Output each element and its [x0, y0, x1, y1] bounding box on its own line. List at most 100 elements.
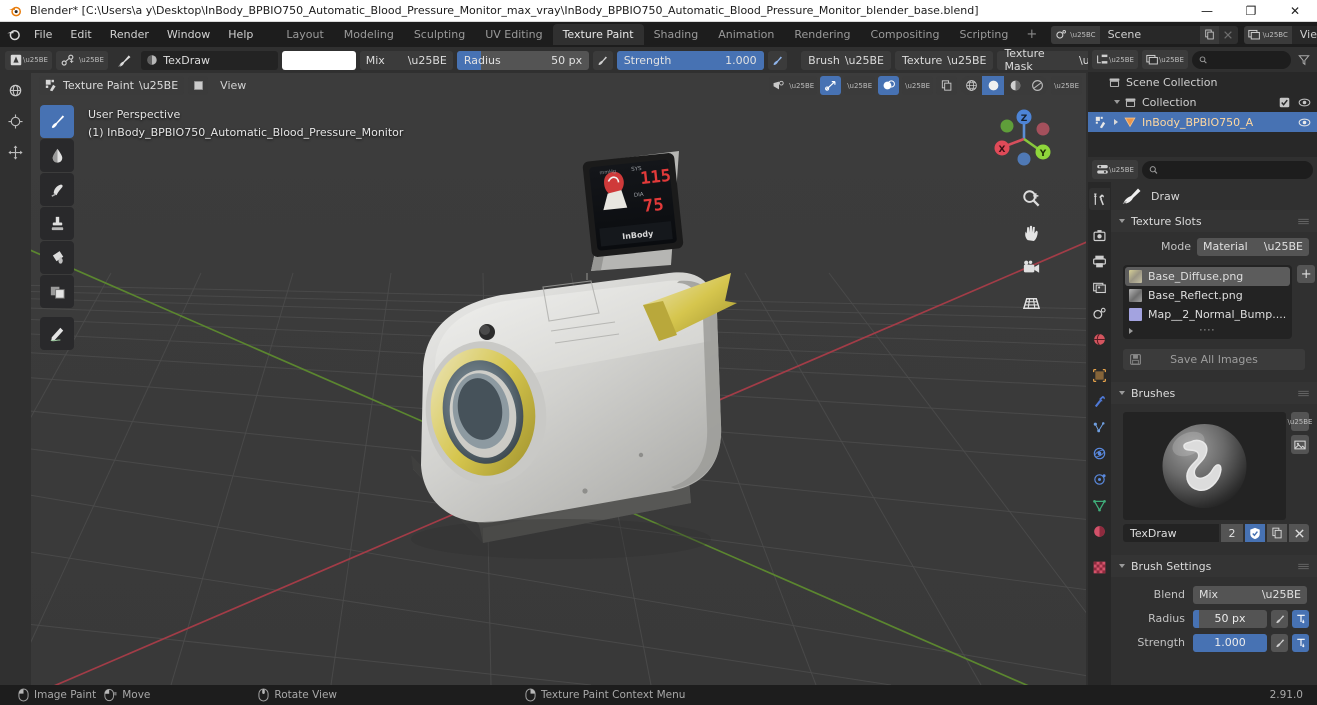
viewport-canvas[interactable]: 115 75 SYS DIA mmHg InBody	[31, 73, 1086, 685]
tab-scripting[interactable]: Scripting	[949, 24, 1018, 45]
radius-slider[interactable]: Radius 50 px	[456, 50, 590, 70]
properties-tab-texture[interactable]	[1089, 556, 1110, 578]
save-all-images-button[interactable]: Save All Images	[1123, 349, 1305, 370]
properties-tab-render[interactable]	[1089, 224, 1110, 246]
solid-shading-button[interactable]	[982, 76, 1005, 95]
menu-edit[interactable]: Edit	[61, 25, 100, 44]
camera-icon[interactable]	[1018, 255, 1044, 281]
outliner-row-scene-collection[interactable]: Scene Collection	[1088, 72, 1317, 92]
new-brush-button[interactable]	[1291, 435, 1309, 454]
zoom-icon[interactable]	[1018, 185, 1044, 211]
outliner-search-field[interactable]	[1212, 54, 1284, 65]
outliner-row-object[interactable]: InBody_BPBIO750_A	[1088, 112, 1317, 132]
navigation-gizmo[interactable]: Z X Y	[990, 105, 1058, 173]
tab-sculpting[interactable]: Sculpting	[404, 24, 475, 45]
properties-editor-type-button[interactable]: \u25BE	[1092, 160, 1138, 179]
brush-color-swatch[interactable]	[282, 50, 356, 70]
object-display-button[interactable]	[188, 76, 209, 95]
move-tool-icon[interactable]	[0, 137, 31, 168]
maximize-button[interactable]: ❐	[1229, 0, 1273, 22]
new-scene-button[interactable]	[1199, 25, 1219, 44]
material-preview-button[interactable]	[1004, 76, 1026, 95]
tool-soften[interactable]	[40, 139, 74, 172]
blend-mode-dropdown[interactable]: Mix \u25BE	[359, 50, 453, 70]
brush-datablock-field[interactable]: TexDraw	[141, 50, 279, 70]
brush-blend-dropdown[interactable]: Mix \u25BE	[1193, 585, 1307, 604]
radius-pressure-toggle[interactable]	[1271, 609, 1288, 628]
tool-smear[interactable]	[40, 173, 74, 206]
tab-uv-editing[interactable]: UV Editing	[475, 24, 552, 45]
delete-brush-button[interactable]	[1289, 524, 1309, 542]
brush-popover[interactable]: Brush \u25BE	[801, 50, 891, 70]
list-resize-grip-icon[interactable]	[1199, 328, 1217, 333]
properties-tab-object[interactable]	[1089, 364, 1110, 386]
properties-tab-particles[interactable]	[1089, 416, 1110, 438]
checkbox-icon[interactable]	[1279, 97, 1290, 108]
outliner-row-collection[interactable]: Collection	[1088, 92, 1317, 112]
xray-toggle[interactable]	[936, 76, 958, 95]
tool-draw[interactable]	[40, 105, 74, 138]
properties-tab-material[interactable]	[1089, 520, 1110, 542]
brush-strength-slider[interactable]: 1.000	[1193, 633, 1267, 652]
eye-icon[interactable]	[1298, 97, 1311, 108]
visibility-popover[interactable]: \u25BE	[769, 76, 818, 95]
orthographic-icon[interactable]	[1018, 290, 1044, 316]
gizmo-popover[interactable]	[820, 76, 842, 95]
tool-mask[interactable]	[40, 275, 74, 308]
strength-slider[interactable]: Strength 1.000	[616, 50, 764, 70]
chevron-right-icon[interactable]	[1129, 327, 1133, 334]
properties-tab-modifiers[interactable]	[1089, 390, 1110, 412]
rendered-shading-button[interactable]	[1026, 76, 1048, 95]
tab-texture-paint[interactable]: Texture Paint	[552, 24, 644, 45]
menu-window[interactable]: Window	[158, 25, 219, 44]
outliner-filter-button[interactable]	[1295, 54, 1313, 66]
strength-pressure-toggle[interactable]	[767, 50, 788, 70]
chevron-right-icon[interactable]	[1114, 119, 1118, 125]
properties-editor[interactable]: \u25BE Draw Texture Slots Mode Material …	[1088, 157, 1317, 685]
cursor-tool-icon[interactable]	[0, 106, 31, 137]
menu-render[interactable]: Render	[101, 25, 158, 44]
texture-slots-mode-dropdown[interactable]: Material \u25BE	[1197, 237, 1309, 256]
close-button[interactable]: ✕	[1273, 0, 1317, 22]
snapping-button[interactable]: \u25BE	[55, 50, 108, 70]
tool-annotate[interactable]	[40, 317, 74, 350]
brush-radius-slider[interactable]: 50 px	[1193, 609, 1267, 628]
tab-rendering[interactable]: Rendering	[784, 24, 860, 45]
brushes-panel-header[interactable]: Brushes	[1111, 382, 1317, 404]
properties-tab-physics[interactable]	[1089, 442, 1110, 464]
properties-tab-scene[interactable]	[1089, 302, 1110, 324]
editor-type-icon[interactable]	[0, 75, 31, 106]
menu-file[interactable]: File	[25, 25, 61, 44]
pan-icon[interactable]	[1018, 220, 1044, 246]
tab-compositing[interactable]: Compositing	[861, 24, 950, 45]
unlink-scene-button[interactable]	[1218, 25, 1238, 44]
chevron-down-icon[interactable]	[1114, 100, 1120, 104]
overlays-chevron[interactable]: \u25BE	[902, 76, 934, 95]
viewport-menu-view[interactable]: View	[212, 77, 254, 94]
properties-tab-constraints[interactable]	[1089, 468, 1110, 490]
outliner-filter-id-button[interactable]: \u25BE	[1141, 50, 1188, 69]
active-brush-row[interactable]: Draw	[1111, 182, 1317, 210]
properties-search-input[interactable]	[1141, 160, 1313, 179]
brush-data-icon[interactable]	[112, 51, 137, 70]
wireframe-shading-button[interactable]	[960, 76, 982, 95]
browse-brush-button[interactable]: \u25BE	[1288, 412, 1312, 431]
properties-tab-tool[interactable]	[1089, 188, 1110, 210]
radius-unified-toggle[interactable]	[1292, 609, 1309, 628]
brush-preview[interactable]	[1123, 412, 1286, 520]
minimize-button[interactable]: —	[1185, 0, 1229, 22]
strength-pressure-toggle[interactable]	[1271, 633, 1288, 652]
add-workspace-button[interactable]: +	[1018, 25, 1045, 44]
properties-tab-view-layer[interactable]	[1089, 276, 1110, 298]
tool-fill[interactable]	[40, 241, 74, 274]
properties-tab-output[interactable]	[1089, 250, 1110, 272]
duplicate-brush-button[interactable]	[1267, 524, 1287, 542]
brush-name-field[interactable]: TexDraw	[1123, 524, 1219, 542]
outliner-search-input[interactable]	[1191, 50, 1291, 69]
radius-pressure-toggle[interactable]	[593, 50, 613, 70]
scene-name[interactable]: Scene	[1099, 25, 1200, 44]
shading-chevron[interactable]: \u25BE	[1051, 76, 1082, 95]
outliner-editor[interactable]: \u25BE \u25BE Scene Collection Collectio…	[1088, 47, 1317, 157]
gizmo-chevron[interactable]: \u25BE	[844, 76, 876, 95]
blender-logo-icon[interactable]	[6, 25, 21, 45]
